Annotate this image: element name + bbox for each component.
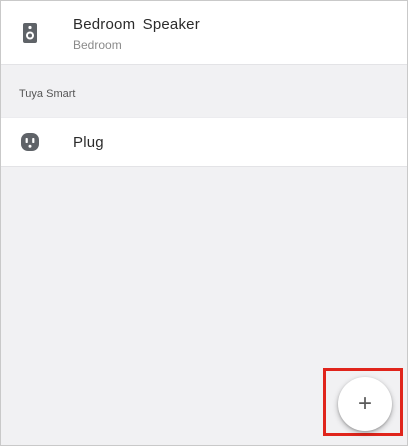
device-room: Bedroom	[73, 38, 122, 52]
device-list-screen: Bedroom Speaker Bedroom Tuya Smart Plug …	[0, 0, 408, 446]
add-device-button[interactable]: +	[338, 377, 392, 431]
plus-icon: +	[357, 390, 372, 417]
device-name: Bedroom Speaker	[73, 16, 200, 33]
section-header-tuya-smart: Tuya Smart	[19, 88, 76, 100]
device-name: Plug	[73, 134, 104, 151]
speaker-icon	[19, 22, 41, 44]
device-text: Bedroom Speaker Bedroom	[73, 16, 200, 53]
device-text: Plug	[73, 134, 104, 152]
device-row-bedroom-speaker[interactable]: Bedroom Speaker Bedroom	[1, 1, 407, 65]
device-row-plug[interactable]: Plug	[1, 117, 407, 167]
plug-icon	[19, 131, 41, 153]
